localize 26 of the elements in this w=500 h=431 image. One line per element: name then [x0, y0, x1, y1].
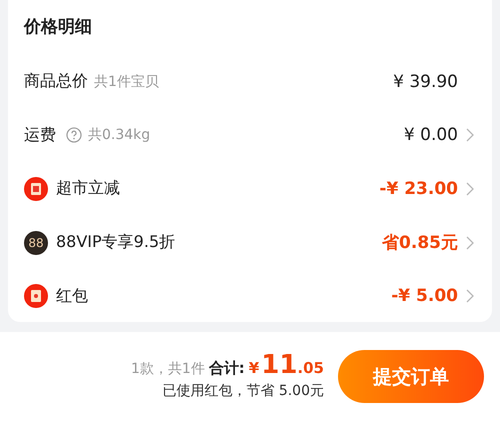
chevron-right-icon[interactable]	[466, 236, 474, 250]
chevron-right-icon[interactable]	[466, 182, 474, 196]
help-icon[interactable]	[66, 127, 82, 144]
row-value: 省0.85元	[382, 232, 458, 254]
saving-note: 已使用红包，节省 5.00元	[162, 382, 324, 400]
total-label: 合计:	[208, 359, 245, 378]
item-count: 1款，共1件	[130, 360, 205, 378]
row-label: 商品总价	[24, 71, 88, 92]
row-label: 红包	[56, 286, 88, 307]
row-note: 共0.34kg	[88, 126, 150, 144]
submit-order-button[interactable]: 提交订单	[338, 350, 484, 403]
row-label: 运费	[24, 124, 56, 146]
row-label: 88VIP专享9.5折	[56, 232, 176, 254]
row-value: ¥ 0.00	[404, 125, 458, 146]
card-title: 价格明细	[24, 16, 93, 39]
row-label: 超市立减	[56, 178, 120, 200]
total-price: ¥11.05	[248, 350, 324, 380]
row-value: ¥ 39.90	[393, 72, 458, 92]
row-note: 共1件宝贝	[94, 72, 159, 91]
row-value: -¥ 23.00	[379, 178, 458, 199]
envelope-icon	[24, 284, 48, 308]
vip-badge-icon: 88	[24, 230, 48, 255]
chevron-right-icon[interactable]	[466, 289, 474, 304]
discount-envelope-icon	[24, 176, 48, 201]
row-value: -¥ 5.00	[391, 286, 458, 306]
chevron-right-icon[interactable]	[466, 128, 474, 142]
